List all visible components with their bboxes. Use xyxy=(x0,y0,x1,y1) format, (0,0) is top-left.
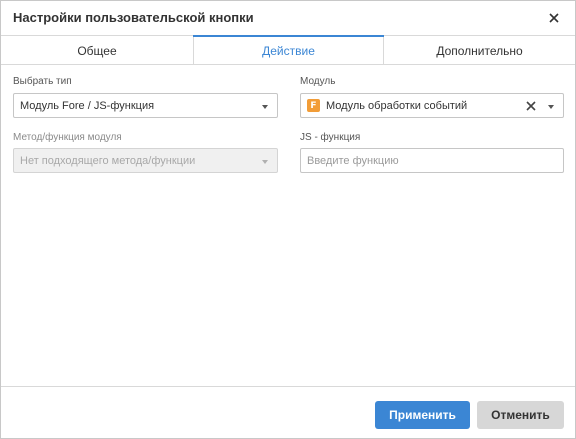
method-label: Метод/функция модуля xyxy=(13,132,122,143)
tab-general[interactable]: Общее xyxy=(1,36,193,65)
method-select-value: Нет подходящего метода/функции xyxy=(20,154,196,167)
tab-action[interactable]: Действие xyxy=(193,35,384,65)
type-select[interactable]: Модуль Fore / JS-функция xyxy=(13,93,278,118)
clear-icon[interactable] xyxy=(525,100,537,112)
tab-bar: Общее Действие Дополнительно xyxy=(1,35,575,65)
chevron-down-icon xyxy=(548,105,554,109)
method-select: Нет подходящего метода/функции xyxy=(13,148,278,173)
fore-module-icon: F xyxy=(307,99,320,112)
module-select-value: Модуль обработки событий xyxy=(326,99,468,112)
custom-button-settings-dialog: Настройки пользовательской кнопки Общее … xyxy=(0,0,576,439)
js-function-label: JS - функция xyxy=(300,132,361,143)
chevron-down-icon xyxy=(262,160,268,164)
dialog-titlebar: Настройки пользовательской кнопки xyxy=(1,1,575,35)
module-label: Модуль xyxy=(300,76,336,87)
cancel-button[interactable]: Отменить xyxy=(477,401,564,429)
dialog-title: Настройки пользовательской кнопки xyxy=(13,10,254,25)
module-select[interactable]: F Модуль обработки событий xyxy=(300,93,564,118)
type-select-value: Модуль Fore / JS-функция xyxy=(20,99,155,112)
close-icon xyxy=(549,13,559,23)
dialog-footer: Применить Отменить xyxy=(1,386,575,438)
type-label: Выбрать тип xyxy=(13,76,72,87)
close-button[interactable] xyxy=(543,7,565,29)
apply-button[interactable]: Применить xyxy=(375,401,470,429)
chevron-down-icon xyxy=(262,105,268,109)
tab-additional[interactable]: Дополнительно xyxy=(384,36,575,65)
js-function-placeholder: Введите функцию xyxy=(307,154,399,167)
js-function-input[interactable]: Введите функцию xyxy=(300,148,564,173)
